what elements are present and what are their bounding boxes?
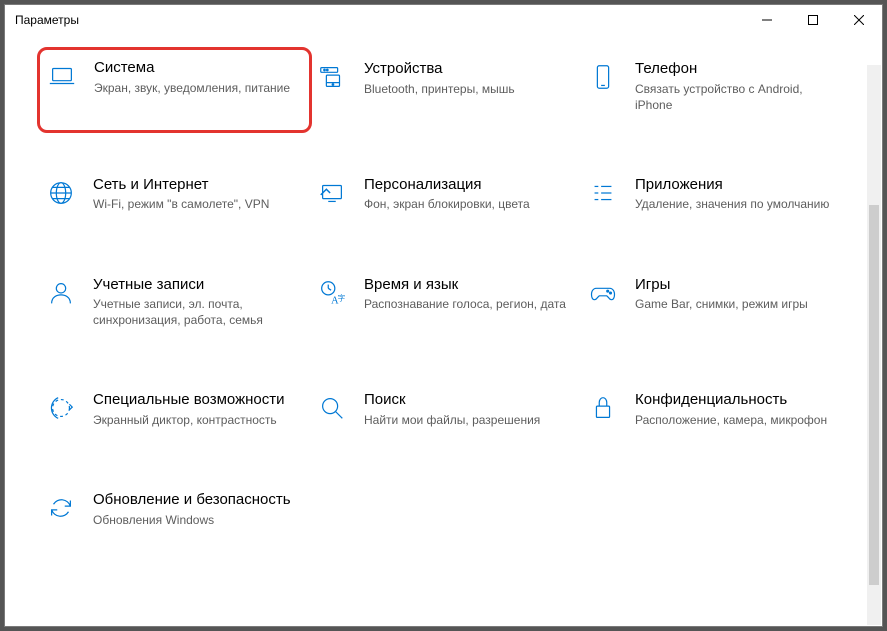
devices-icon [316, 61, 348, 93]
user-icon [45, 277, 77, 309]
globe-icon [45, 177, 77, 209]
tile-title: Время и язык [364, 275, 571, 295]
tile-apps[interactable]: Приложения Удаление, значения по умолчан… [583, 169, 846, 219]
tile-subtitle: Bluetooth, принтеры, мышь [364, 81, 571, 97]
close-button[interactable] [836, 5, 882, 35]
window-title: Параметры [15, 13, 79, 27]
svg-text:字: 字 [338, 292, 346, 302]
tile-subtitle: Найти мои файлы, разрешения [364, 412, 571, 428]
tile-title: Устройства [364, 59, 571, 79]
apps-icon [587, 177, 619, 209]
tile-title: Конфиденциальность [635, 390, 842, 410]
phone-icon [587, 61, 619, 93]
tile-title: Обновление и безопасность [93, 490, 300, 510]
tile-time-language[interactable]: A字 Время и язык Распознавание голоса, ре… [312, 269, 575, 335]
tile-update[interactable]: Обновление и безопасность Обновления Win… [41, 484, 304, 534]
laptop-icon [46, 60, 78, 92]
minimize-button[interactable] [744, 5, 790, 35]
tile-title: Учетные записи [93, 275, 300, 295]
tile-subtitle: Распознавание голоса, регион, дата [364, 296, 571, 312]
search-icon [316, 392, 348, 424]
tile-personalization[interactable]: Персонализация Фон, экран блокировки, цв… [312, 169, 575, 219]
tile-subtitle: Учетные записи, эл. почта, синхронизация… [93, 296, 300, 328]
settings-grid: Система Экран, звук, уведомления, питани… [41, 53, 846, 534]
window-buttons [744, 5, 882, 35]
tile-title: Телефон [635, 59, 842, 79]
titlebar: Параметры [5, 5, 882, 35]
tile-subtitle: Расположение, камера, микрофон [635, 412, 842, 428]
tile-title: Игры [635, 275, 842, 295]
tile-subtitle: Обновления Windows [93, 512, 300, 528]
tile-subtitle: Game Bar, снимки, режим игры [635, 296, 842, 312]
update-icon [45, 492, 77, 524]
scrollbar[interactable] [867, 65, 881, 625]
settings-content: Система Экран, звук, уведомления, питани… [5, 35, 882, 626]
lock-icon [587, 392, 619, 424]
tile-subtitle: Связать устройство с Android, iPhone [635, 81, 842, 113]
tile-subtitle: Экранный диктор, контрастность [93, 412, 300, 428]
tile-privacy[interactable]: Конфиденциальность Расположение, камера,… [583, 384, 846, 434]
tile-title: Приложения [635, 175, 842, 195]
tile-search[interactable]: Поиск Найти мои файлы, разрешения [312, 384, 575, 434]
tile-title: Сеть и Интернет [93, 175, 300, 195]
tile-subtitle: Wi-Fi, режим "в самолете", VPN [93, 196, 300, 212]
tile-phone[interactable]: Телефон Связать устройство с Android, iP… [583, 53, 846, 119]
tile-accessibility[interactable]: Специальные возможности Экранный диктор,… [41, 384, 304, 434]
tile-title: Персонализация [364, 175, 571, 195]
settings-window: Параметры Система Экран, звук, уведомл [4, 4, 883, 627]
tile-accounts[interactable]: Учетные записи Учетные записи, эл. почта… [41, 269, 304, 335]
maximize-button[interactable] [790, 5, 836, 35]
tile-subtitle: Экран, звук, уведомления, питание [94, 80, 299, 96]
gamepad-icon [587, 277, 619, 309]
tile-title: Специальные возможности [93, 390, 300, 410]
accessibility-icon [45, 392, 77, 424]
tile-subtitle: Удаление, значения по умолчанию [635, 196, 842, 212]
scroll-thumb[interactable] [869, 205, 879, 585]
tile-system[interactable]: Система Экран, звук, уведомления, питани… [37, 47, 312, 133]
personalization-icon [316, 177, 348, 209]
tile-gaming[interactable]: Игры Game Bar, снимки, режим игры [583, 269, 846, 335]
tile-title: Поиск [364, 390, 571, 410]
tile-network[interactable]: Сеть и Интернет Wi-Fi, режим "в самолете… [41, 169, 304, 219]
time-language-icon: A字 [316, 277, 348, 309]
tile-subtitle: Фон, экран блокировки, цвета [364, 196, 571, 212]
tile-devices[interactable]: Устройства Bluetooth, принтеры, мышь [312, 53, 575, 119]
tile-title: Система [94, 58, 299, 78]
